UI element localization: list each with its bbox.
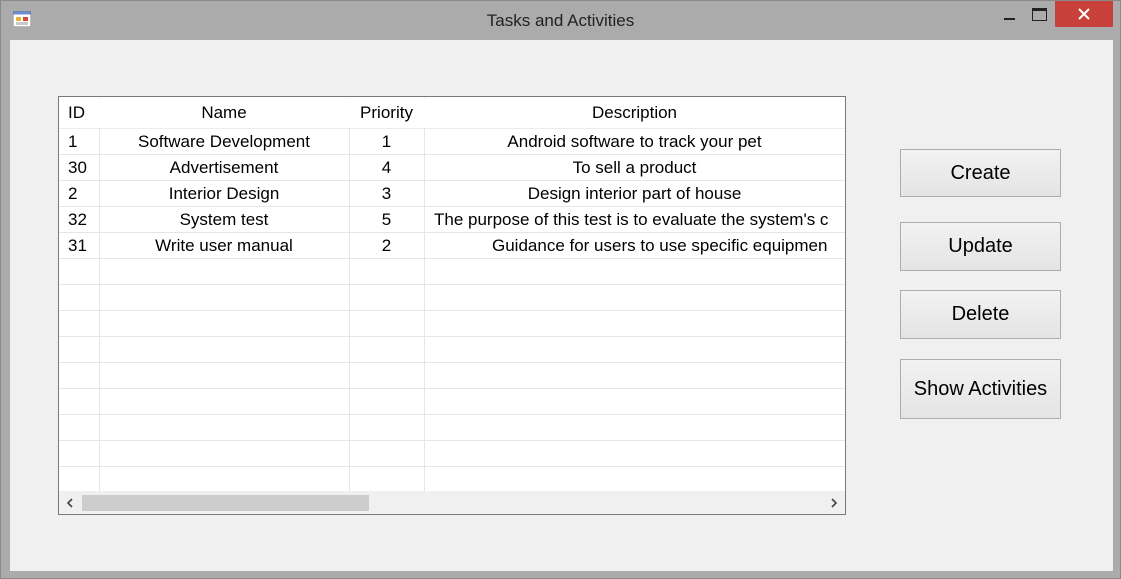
minimize-button[interactable] [994,1,1024,27]
cell-description[interactable]: Android software to track your pet [424,129,845,155]
column-header-priority[interactable]: Priority [349,98,424,128]
horizontal-scrollbar[interactable] [59,491,845,514]
cell-priority[interactable]: 5 [349,207,424,233]
cell-name[interactable]: Advertisement [99,155,349,181]
title-bar[interactable]: Tasks and Activities [1,1,1120,39]
cell-id[interactable]: 31 [59,233,99,259]
cell-description[interactable]: The purpose of this test is to evaluate … [424,207,845,233]
cell-id[interactable]: 32 [59,207,99,233]
show-activities-button[interactable]: Show Activities [900,359,1061,419]
update-button[interactable]: Update [900,222,1061,271]
cell-priority[interactable]: 2 [349,233,424,259]
minimize-icon [1003,18,1015,20]
tasks-grid[interactable]: ID Name Priority Description 1 Software … [58,96,846,515]
cell-description[interactable]: To sell a product [424,155,845,181]
window-title: Tasks and Activities [486,11,635,30]
scroll-left-button[interactable] [59,491,81,514]
delete-button[interactable]: Delete [900,290,1061,339]
chevron-right-icon [831,497,838,508]
cell-description[interactable]: Design interior part of house [424,181,845,207]
table-row[interactable]: 30 Advertisement 4 To sell a product [59,155,845,181]
table-row[interactable]: 31 Write user manual 2 Guidance for user… [59,233,845,259]
grid-viewport: ID Name Priority Description 1 Software … [59,97,845,491]
cell-priority[interactable]: 3 [349,181,424,207]
cell-id[interactable]: 2 [59,181,99,207]
app-window: Tasks and Activities ID Name Priority De… [0,0,1121,579]
column-header-description[interactable]: Description [424,98,845,128]
grid-header-row: ID Name Priority Description [59,98,845,128]
cell-name[interactable]: Interior Design [99,181,349,207]
table-row[interactable]: 2 Interior Design 3 Design interior part… [59,181,845,207]
maximize-button[interactable] [1024,1,1054,27]
cell-name[interactable]: Software Development [99,129,349,155]
cell-priority[interactable]: 1 [349,129,424,155]
column-header-name[interactable]: Name [99,98,349,128]
cell-priority[interactable]: 4 [349,155,424,181]
cell-id[interactable]: 1 [59,129,99,155]
close-button[interactable] [1055,1,1113,27]
cell-name[interactable]: System test [99,207,349,233]
create-button[interactable]: Create [900,149,1061,197]
maximize-icon [1031,7,1047,21]
scrollbar-thumb[interactable] [82,495,369,511]
form-client-area: ID Name Priority Description 1 Software … [10,40,1113,571]
close-icon [1078,8,1090,20]
chevron-left-icon [66,497,73,508]
table-row[interactable]: 32 System test 5 The purpose of this tes… [59,207,845,233]
column-header-id[interactable]: ID [59,98,99,128]
cell-id[interactable]: 30 [59,155,99,181]
cell-name[interactable]: Write user manual [99,233,349,259]
table-row[interactable]: 1 Software Development 1 Android softwar… [59,129,845,155]
cell-description[interactable]: Guidance for users to use specific equip… [424,233,845,259]
scroll-right-button[interactable] [823,491,845,514]
